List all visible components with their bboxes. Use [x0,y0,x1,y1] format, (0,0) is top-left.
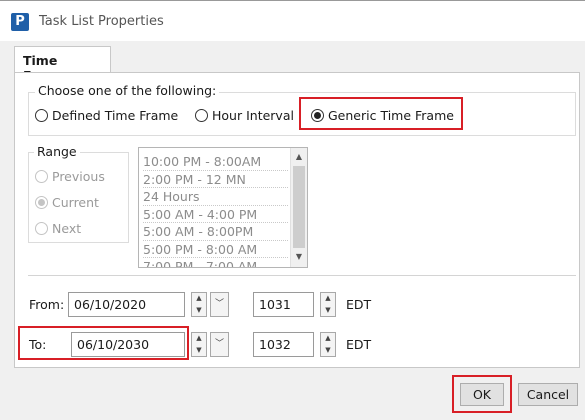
to-time-input[interactable]: 1032 [253,332,314,357]
radio-circle-icon[interactable] [35,109,48,122]
task-list-properties-dialog: P Task List Properties Time Frames Choos… [0,0,585,420]
from-time-input[interactable]: 1031 [253,292,314,317]
app-logo-icon: P [11,13,29,31]
to-date-dropdown-chevron-icon[interactable]: ﹀ [210,332,229,357]
to-time-spinner[interactable]: ▲ ▼ [320,332,336,357]
from-date-spinner[interactable]: ▲ ▼ [191,292,207,317]
radio-label: Current [52,195,99,210]
list-item[interactable]: 5:00 AM - 4:00 PM [143,206,288,223]
radio-range-current[interactable]: Current [35,195,99,210]
radio-circle-icon[interactable] [35,222,48,235]
radio-label: Next [52,221,82,236]
to-date-spinner[interactable]: ▲ ▼ [191,332,207,357]
spin-up-icon[interactable]: ▲ [192,293,206,304]
from-time-spinner[interactable]: ▲ ▼ [320,292,336,317]
radio-range-next[interactable]: Next [35,221,81,236]
scroll-down-icon[interactable]: ▼ [291,249,307,265]
list-item[interactable]: 5:00 PM - 8:00 AM [143,241,288,258]
spin-down-icon[interactable]: ▼ [321,345,335,356]
choose-group-label: Choose one of the following: [35,83,220,98]
radio-range-previous[interactable]: Previous [35,169,105,184]
list-item[interactable]: 24 Hours [143,188,288,206]
radio-label: Hour Interval [212,108,294,123]
spin-down-icon[interactable]: ▼ [321,305,335,316]
radio-selected-icon[interactable] [35,196,48,209]
to-date-highlight [18,326,189,360]
range-group-label: Range [34,144,80,159]
from-timezone: EDT [346,297,372,312]
list-item[interactable]: 2:00 PM - 12 MN [143,171,288,188]
scroll-up-icon[interactable]: ▲ [291,149,307,165]
cancel-button[interactable]: Cancel [518,383,578,406]
radio-label: Previous [52,169,105,184]
tab-time-frames[interactable]: Time Frames [14,46,111,83]
spin-up-icon[interactable]: ▲ [321,293,335,304]
spin-up-icon[interactable]: ▲ [321,333,335,344]
listbox-scrollbar[interactable]: ▲ ▼ [290,148,307,267]
from-date-input[interactable]: 06/10/2020 [68,292,185,317]
list-item[interactable]: 10:00 PM - 8:00AM [143,153,288,171]
time-frame-listbox[interactable]: 10:00 PM - 8:00AM 2:00 PM - 12 MN 24 Hou… [138,147,308,268]
list-item[interactable]: 7:00 PM - 7:00 AM [143,258,288,267]
spin-up-icon[interactable]: ▲ [192,333,206,344]
section-divider [28,275,576,276]
from-label: From: [29,297,65,312]
generic-time-frame-highlight [299,97,463,130]
radio-circle-icon[interactable] [195,109,208,122]
title-bar: P Task List Properties [0,1,585,41]
ok-button-highlight [452,375,512,413]
to-timezone: EDT [346,337,372,352]
radio-label: Defined Time Frame [52,108,179,123]
radio-defined-time-frame[interactable]: Defined Time Frame [35,108,178,123]
spin-down-icon[interactable]: ▼ [192,305,206,316]
window-title: Task List Properties [39,14,164,29]
spin-down-icon[interactable]: ▼ [192,345,206,356]
time-frame-list: 10:00 PM - 8:00AM 2:00 PM - 12 MN 24 Hou… [143,153,288,267]
scroll-thumb[interactable] [293,166,305,248]
from-date-dropdown-chevron-icon[interactable]: ﹀ [210,292,229,317]
radio-hour-interval[interactable]: Hour Interval [195,108,294,123]
radio-circle-icon[interactable] [35,170,48,183]
list-item[interactable]: 5:00 AM - 8:00PM [143,223,288,241]
